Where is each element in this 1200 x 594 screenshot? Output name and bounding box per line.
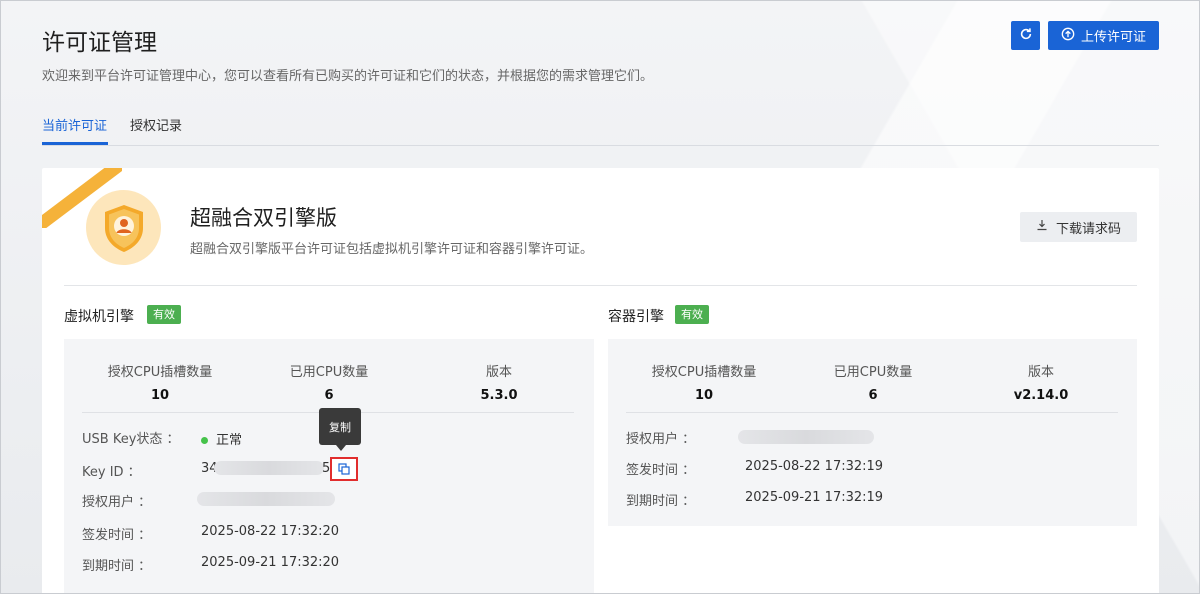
page-frame: 许可证管理 欢迎来到平台许可证管理中心，您可以查看所有已购买的许可证和它们的状态… (0, 0, 1200, 594)
key-id-label: Key ID ： (82, 465, 141, 480)
container-stat-value: 10 (694, 388, 714, 403)
container-stat-label: 版本 (1027, 365, 1054, 380)
vm-stat-label: 授权CPU插槽数量 (107, 365, 213, 380)
vm-stat-value: 5.3.0 (480, 388, 518, 403)
container-issued-time-label: 签发时间 ： (626, 463, 696, 478)
page-title: 许可证管理 (42, 30, 157, 56)
card-divider (64, 285, 1137, 286)
container-stat-value: 6 (868, 388, 878, 403)
redacted-key-id (214, 461, 324, 475)
expire-time-label: 到期时间 ： (82, 559, 152, 574)
container-issued-time-value: 2025-08-22 17:32:19 (745, 459, 884, 474)
vm-stat-value: 6 (324, 388, 334, 403)
container-expire-time-value: 2025-09-21 17:32:19 (745, 490, 884, 505)
usb-key-status-label: USB Key状态 ： (82, 432, 180, 447)
license-card: 超融合双引擎版 超融合双引擎版平台许可证包括虚拟机引擎许可证和容器引擎许可证。 … (42, 168, 1159, 593)
issued-time-label: 签发时间 ： (82, 528, 152, 543)
container-stat-value: v2.14.0 (1013, 388, 1069, 403)
tab-current-license[interactable]: 当前许可证 (42, 115, 107, 134)
tab-bar: 当前许可证 授权记录 (42, 105, 1159, 146)
tooltip-arrow (336, 445, 346, 451)
tab-license-records[interactable]: 授权记录 (130, 115, 182, 134)
upload-license-button[interactable]: 上传许可证 (1048, 21, 1159, 50)
cloud-upload-icon (1061, 27, 1075, 45)
copy-key-id-button[interactable] (330, 457, 358, 481)
redacted-container-authorized-user (738, 430, 874, 444)
container-stat-label: 已用CPU数量 (833, 365, 913, 380)
page-description: 欢迎来到平台许可证管理中心，您可以查看所有已购买的许可证和它们的状态，并根据您的… (42, 69, 654, 84)
license-name: 超融合双引擎版 (190, 206, 337, 230)
container-panel-divider (626, 412, 1118, 413)
container-expire-time-label: 到期时间 ： (626, 494, 696, 509)
container-engine-status-badge: 有效 (675, 305, 709, 324)
container-engine-title: 容器引擎 (608, 309, 664, 325)
issued-time-value: 2025-08-22 17:32:20 (201, 524, 340, 539)
container-authorized-user-label: 授权用户 ： (626, 432, 696, 447)
usb-key-status-value: 正常 (201, 429, 242, 448)
vm-engine-status-badge: 有效 (147, 305, 181, 324)
upload-license-label: 上传许可证 (1080, 30, 1146, 45)
download-request-code-label: 下载请求码 (1055, 221, 1121, 237)
copy-icon (338, 460, 350, 479)
vm-stat-label: 版本 (485, 365, 512, 380)
download-request-code-button[interactable]: 下载请求码 (1020, 212, 1137, 242)
copy-tooltip: 复制 (319, 408, 361, 445)
active-tab-indicator (42, 142, 108, 145)
expire-time-value: 2025-09-21 17:32:20 (201, 555, 340, 570)
refresh-icon (1019, 27, 1033, 45)
redacted-authorized-user (197, 492, 335, 506)
vm-engine-panel: 授权CPU插槽数量 10 已用CPU数量 6 版本 5.3.0 USB Key状… (64, 339, 594, 593)
refresh-button[interactable] (1011, 21, 1040, 50)
license-badge-icon (86, 190, 161, 265)
container-engine-panel: 授权CPU插槽数量 10 已用CPU数量 6 版本 v2.14.0 授权用户 ：… (608, 339, 1137, 526)
vm-stat-value: 10 (150, 388, 170, 403)
container-stat-label: 授权CPU插槽数量 (651, 365, 757, 380)
license-description: 超融合双引擎版平台许可证包括虚拟机引擎许可证和容器引擎许可证。 (190, 242, 594, 257)
vm-stat-label: 已用CPU数量 (289, 365, 369, 380)
authorized-user-label: 授权用户 ： (82, 495, 152, 510)
status-dot-icon (201, 437, 208, 444)
download-icon (1036, 219, 1048, 235)
vm-engine-title: 虚拟机引擎 (64, 309, 134, 325)
